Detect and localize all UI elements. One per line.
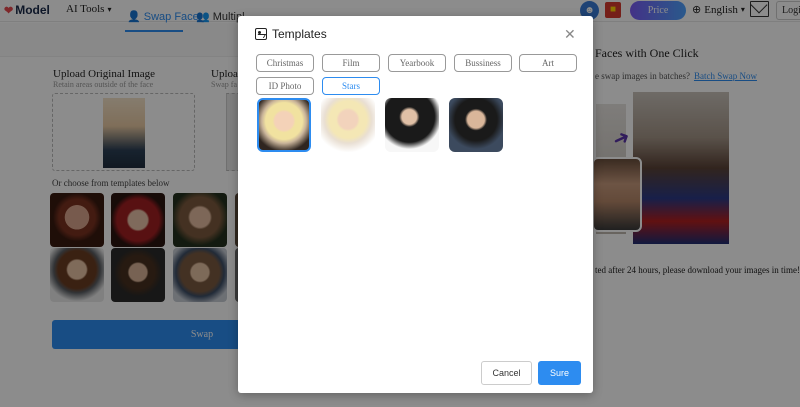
star-template-thumb[interactable] xyxy=(257,98,311,152)
category-bussiness[interactable]: Bussiness xyxy=(454,54,512,72)
category-christmas[interactable]: Christmas xyxy=(256,54,314,72)
close-icon[interactable]: ✕ xyxy=(564,26,576,43)
category-stars[interactable]: Stars xyxy=(322,77,380,95)
image-icon xyxy=(255,28,267,40)
category-id-photo[interactable]: ID Photo xyxy=(256,77,314,95)
templates-modal: Templates ✕ Christmas Film Yearbook Buss… xyxy=(238,16,593,393)
category-film[interactable]: Film xyxy=(322,54,380,72)
star-template-thumb[interactable] xyxy=(321,98,375,152)
sure-button[interactable]: Sure xyxy=(538,361,581,385)
category-art[interactable]: Art xyxy=(519,54,577,72)
star-template-thumb[interactable] xyxy=(449,98,503,152)
category-yearbook[interactable]: Yearbook xyxy=(388,54,446,72)
modal-title: Templates xyxy=(272,27,327,41)
star-template-thumb[interactable] xyxy=(385,98,439,152)
cancel-button[interactable]: Cancel xyxy=(481,361,532,385)
